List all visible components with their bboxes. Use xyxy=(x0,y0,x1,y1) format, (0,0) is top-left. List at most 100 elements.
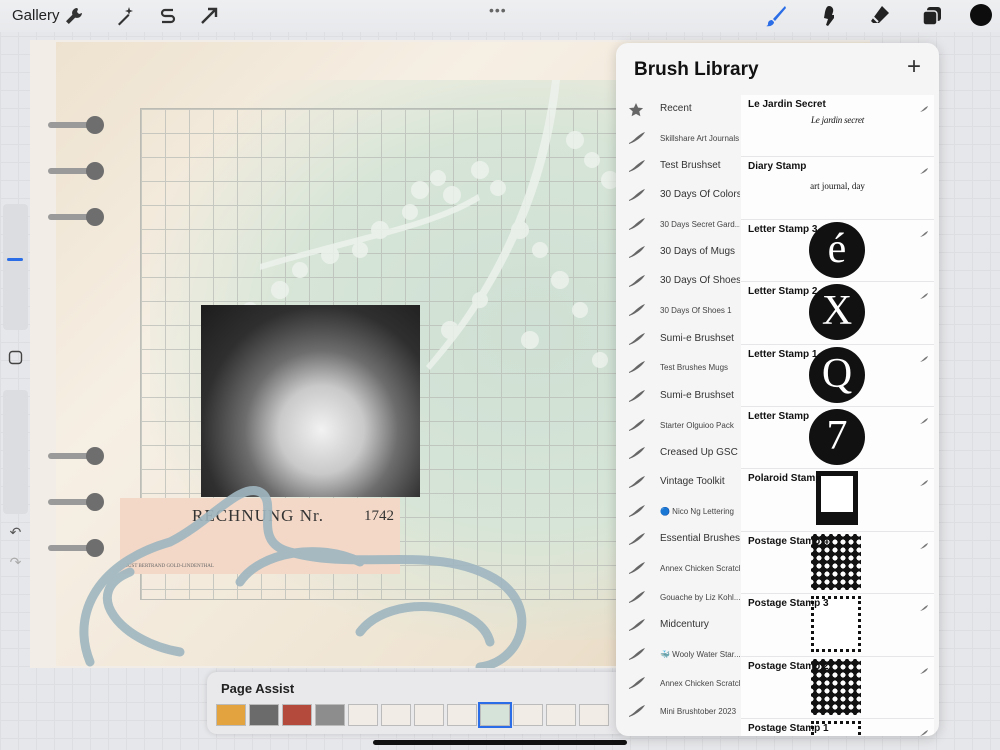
brush-preview-stroke: Le jardin secret xyxy=(810,115,865,125)
polaroid-stamp-preview xyxy=(816,471,858,526)
brush-set-label: Midcentury xyxy=(660,619,709,631)
page-thumbnail[interactable] xyxy=(381,704,411,726)
brush-item[interactable]: é Letter Stamp 3 xyxy=(741,219,934,283)
brush-item[interactable]: Q Letter Stamp 1 xyxy=(741,344,934,407)
brush-set-item[interactable]: 30 Days of Mugs xyxy=(616,238,740,267)
brush-set-item[interactable]: Test Brushset xyxy=(616,152,740,181)
page-thumbnail[interactable] xyxy=(282,704,312,726)
eraser-icon[interactable] xyxy=(869,4,891,26)
brush-stroke-icon xyxy=(628,704,646,718)
page-thumbnail[interactable] xyxy=(348,704,378,726)
page-thumbnail[interactable] xyxy=(579,704,609,726)
brush-name: Postage Stamp 1 xyxy=(748,722,829,734)
page-thumbnail-active[interactable] xyxy=(478,702,512,728)
brush-stroke-mark-icon xyxy=(919,474,929,487)
brush-set-item[interactable]: 30 Days Of Colors xyxy=(616,181,740,210)
brush-set-label: Recent xyxy=(660,103,692,114)
brush-stroke-icon xyxy=(628,590,646,604)
page-thumbnail[interactable] xyxy=(414,704,444,726)
brush-set-label: 30 Days Secret Gard... xyxy=(660,219,740,229)
layers-icon[interactable] xyxy=(921,5,943,27)
selection-s-icon[interactable] xyxy=(157,5,179,27)
brush-size-slider-knob[interactable] xyxy=(7,258,23,261)
brush-set-item[interactable]: Starter Olguioo Pack xyxy=(616,411,740,440)
brush-item[interactable]: Le jardin secret Le Jardin Secret xyxy=(741,95,934,158)
brush-set-item[interactable]: Annex Chicken Scratch xyxy=(616,554,740,583)
brush-set-label: Annex Chicken Scratch xyxy=(660,678,740,688)
brush-item[interactable]: Polaroid Stamp xyxy=(741,469,934,532)
brush-set-label: Test Brushes Mugs xyxy=(660,363,729,373)
page-thumbnail[interactable] xyxy=(249,704,279,726)
brush-set-item[interactable]: Annex Chicken Scratch xyxy=(616,669,740,698)
brush-item[interactable]: Postage Stamp 3 xyxy=(741,594,934,657)
page-thumbnail[interactable] xyxy=(315,704,345,726)
brush-name: Letter Stamp xyxy=(748,410,810,422)
brush-set-item[interactable]: 30 Days Secret Gard... xyxy=(616,210,740,239)
brush-preview-stroke: art journal, day xyxy=(810,181,865,192)
binder-ring xyxy=(48,116,104,134)
brush-set-item[interactable]: Essential Brushes xyxy=(616,525,740,554)
add-brush-set-button[interactable]: + xyxy=(902,55,926,79)
brush-item[interactable]: X Letter Stamp 2 xyxy=(741,282,934,345)
brush-stroke-mark-icon xyxy=(919,537,929,549)
wrench-icon[interactable] xyxy=(63,5,85,27)
brush-set-label: 30 Days Of Colors xyxy=(660,189,740,201)
brush-set-item[interactable]: Mini Brushtober 2023 xyxy=(616,697,740,726)
brush-set-label: Starter Olguioo Pack xyxy=(660,420,734,430)
brush-name: Le Jardin Secret xyxy=(748,99,826,110)
brush-name: Postage Stamp 2 xyxy=(748,660,829,672)
home-indicator-bar xyxy=(373,740,627,745)
brush-icon[interactable] xyxy=(764,4,788,28)
brush-stroke-icon xyxy=(628,159,646,173)
brush-set-item[interactable]: Test Brushes Mugs xyxy=(616,353,740,382)
brush-stroke-mark-icon xyxy=(919,599,929,612)
brush-name: Letter Stamp 2 xyxy=(748,286,818,298)
brush-set-item[interactable]: 🐳 Wooly Water Star... xyxy=(616,640,740,669)
brush-stroke-icon xyxy=(628,676,646,690)
brush-set-item[interactable]: Recent xyxy=(616,95,740,124)
page-thumbnail[interactable] xyxy=(216,704,246,726)
brush-stroke-icon xyxy=(628,245,646,259)
page-thumbnail[interactable] xyxy=(546,704,576,726)
brush-set-item[interactable]: 30 Days Of Shoes xyxy=(616,267,740,296)
brush-set-label: Gouache by Liz Kohl... xyxy=(660,592,740,602)
transform-arrow-icon[interactable] xyxy=(198,5,220,27)
brush-stroke-icon xyxy=(628,188,646,202)
brush-item[interactable]: art journal, day Diary Stamp xyxy=(741,157,934,220)
magic-wand-icon[interactable] xyxy=(114,5,136,27)
brush-stroke-mark-icon xyxy=(919,662,929,674)
brush-set-item[interactable]: Midcentury xyxy=(616,611,740,640)
letter-stamp-preview: 7 xyxy=(809,408,865,465)
brush-set-label: Essential Brushes xyxy=(660,533,740,545)
color-picker-swatch[interactable] xyxy=(970,4,992,26)
brush-stroke-icon xyxy=(628,217,646,231)
brush-item[interactable]: Postage Stamp 1 xyxy=(741,718,934,736)
undo-icon[interactable]: ↶ xyxy=(7,524,24,541)
brush-set-item[interactable]: Sumi-e Brushset xyxy=(616,325,740,354)
brush-stroke-icon xyxy=(628,131,646,145)
brush-set-label: Creased Up GSC xyxy=(660,447,738,459)
modify-button-square-icon[interactable] xyxy=(7,350,24,367)
smudge-icon[interactable] xyxy=(818,4,840,26)
brush-set-item[interactable]: 30 Days Of Shoes 1 xyxy=(616,296,740,325)
brush-set-item[interactable]: 🔵 Nico Ng Lettering xyxy=(616,497,740,526)
opacity-slider[interactable] xyxy=(3,390,28,514)
page-thumbnail[interactable] xyxy=(447,704,477,726)
gallery-button[interactable]: Gallery xyxy=(12,7,60,24)
brush-set-item[interactable]: Skillshare Art Journals xyxy=(616,124,740,153)
brush-item[interactable]: Postage Stamp 2 xyxy=(741,656,934,719)
brush-name: Letter Stamp 1 xyxy=(748,348,818,360)
redo-icon[interactable]: ↷ xyxy=(7,554,24,571)
brush-stroke-icon xyxy=(628,618,646,632)
brush-size-slider[interactable] xyxy=(3,204,28,330)
more-options-dots[interactable]: ••• xyxy=(489,2,507,18)
brush-set-item[interactable]: Gouache by Liz Kohl... xyxy=(616,583,740,612)
brush-set-label: Skillshare Art Journals xyxy=(660,133,740,143)
page-thumbnail[interactable] xyxy=(513,704,543,726)
brush-set-item[interactable]: Sumi-e Brushset xyxy=(616,382,740,411)
brush-stroke-icon xyxy=(628,274,646,288)
brush-set-item[interactable]: Vintage Toolkit xyxy=(616,468,740,497)
brush-item[interactable]: 7 Letter Stamp xyxy=(741,406,934,470)
brush-item[interactable]: Postage Stamp 4 xyxy=(741,531,934,595)
brush-set-item[interactable]: Creased Up GSC xyxy=(616,439,740,468)
